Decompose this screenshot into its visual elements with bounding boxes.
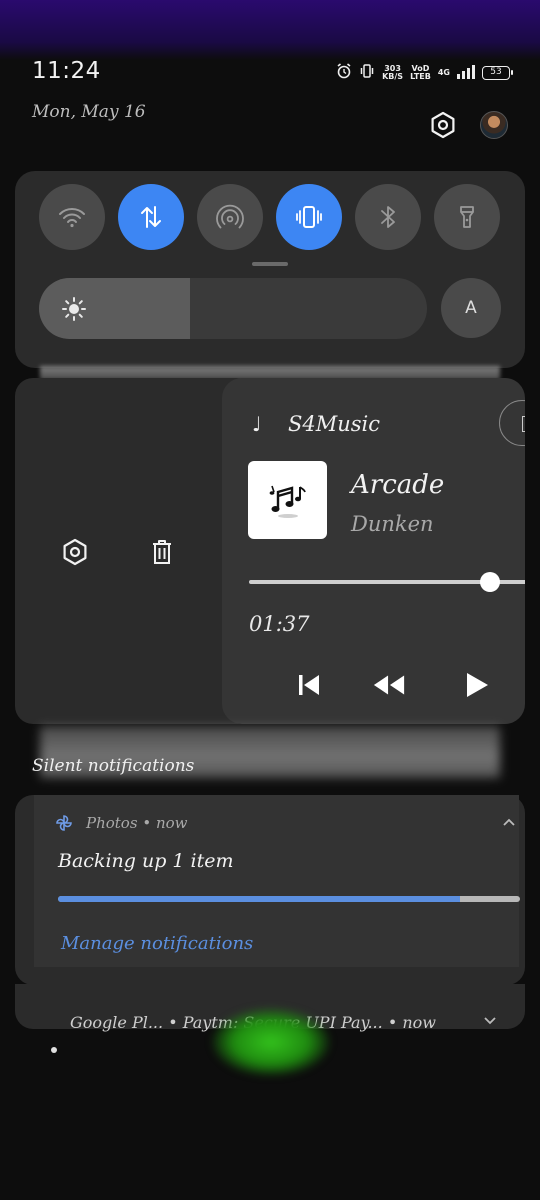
notification-separator: •: [142, 814, 152, 832]
seek-bar[interactable]: [249, 572, 525, 592]
user-avatar[interactable]: [480, 111, 508, 139]
mobile-data-icon: [141, 206, 161, 228]
brightness-icon: [61, 296, 87, 326]
bluetooth-toggle[interactable]: [355, 184, 421, 250]
date: Mon, May 16: [32, 102, 146, 122]
media-output-button[interactable]: [499, 400, 525, 446]
skip-previous-button[interactable]: [292, 670, 326, 700]
track-artist: Dunken: [351, 512, 434, 536]
page-indicator-dot: [51, 1047, 57, 1053]
notification-app-name: Photos: [86, 814, 138, 832]
play-icon: [467, 673, 488, 697]
backup-progress-bar: [58, 896, 520, 902]
media-swipe-actions: [15, 378, 255, 724]
net-speed: 303 KB/S: [382, 65, 403, 81]
mobile-data-toggle[interactable]: [118, 184, 184, 250]
volte-indicator: VoD LTEB: [410, 65, 431, 81]
music-note-icon: ♩: [252, 412, 262, 436]
hotspot-icon: [216, 204, 244, 229]
network-type: 4G: [437, 68, 450, 77]
volte-bottom: LTEB: [410, 72, 431, 81]
bluetooth-icon: [381, 206, 395, 228]
signal-icon: [457, 64, 475, 83]
hotspot-toggle[interactable]: [197, 184, 263, 250]
status-bar: 11:24 303 KB/S VoD LTEB 4G 53: [0, 52, 540, 92]
settings-icon: [63, 538, 87, 566]
wallpaper-glow: [212, 1008, 330, 1076]
notification-title: Backing up 1 item: [58, 850, 234, 872]
seek-thumb[interactable]: [479, 572, 500, 592]
notification-header: Photos • now: [86, 814, 188, 832]
rewind-button[interactable]: [372, 670, 406, 700]
drag-handle[interactable]: [252, 262, 288, 266]
status-bar-background: [0, 0, 540, 60]
wifi-icon: [59, 208, 85, 228]
status-icons: 303 KB/S VoD LTEB 4G 53: [336, 62, 513, 84]
play-button[interactable]: [460, 670, 494, 700]
photos-pinwheel-icon: [56, 815, 72, 831]
music-notes-icon: [269, 485, 306, 518]
brightness-slider[interactable]: [39, 278, 427, 339]
battery-icon: 53: [482, 66, 513, 80]
media-settings-button[interactable]: [60, 537, 90, 567]
silent-notifications-label: Silent notifications: [32, 756, 195, 776]
backup-progress-fill: [58, 896, 460, 902]
clock: 11:24: [32, 58, 101, 84]
expand-button[interactable]: [482, 1015, 498, 1027]
flashlight-icon: [460, 206, 474, 228]
flashlight-toggle[interactable]: [434, 184, 500, 250]
quick-settings-panel: A: [15, 171, 525, 368]
notification-body: Photos • now Backing up 1 item Manage no…: [34, 795, 520, 967]
album-art: [248, 461, 327, 539]
media-player-card[interactable]: ♩ S4Music Arcade Dunken 01:37: [222, 378, 525, 724]
notification-time: now: [155, 814, 188, 832]
vibrate-status-icon: [359, 63, 375, 83]
net-speed-unit: KB/S: [382, 72, 404, 81]
manage-notifications-link[interactable]: Manage notifications: [61, 933, 253, 954]
collapse-button[interactable]: [501, 815, 517, 829]
chevron-down-icon: [484, 1017, 496, 1025]
wifi-toggle[interactable]: [39, 184, 105, 250]
settings-icon: [431, 111, 455, 139]
notification-card[interactable]: Photos • now Backing up 1 item Manage no…: [15, 795, 525, 985]
media-app-name: S4Music: [288, 412, 381, 436]
trash-icon: [153, 540, 171, 564]
vibrate-toggle[interactable]: [276, 184, 342, 250]
media-delete-button[interactable]: [148, 537, 176, 567]
skip-previous-icon: [299, 675, 319, 695]
settings-button[interactable]: [427, 109, 459, 141]
track-title: Arcade: [351, 470, 445, 500]
vibrate-icon: [296, 206, 322, 228]
elapsed-time: 01:37: [249, 612, 310, 636]
alarm-icon: [336, 63, 352, 83]
auto-brightness-button[interactable]: A: [441, 278, 501, 338]
rewind-icon: [373, 675, 405, 695]
chevron-up-icon: [503, 818, 515, 826]
